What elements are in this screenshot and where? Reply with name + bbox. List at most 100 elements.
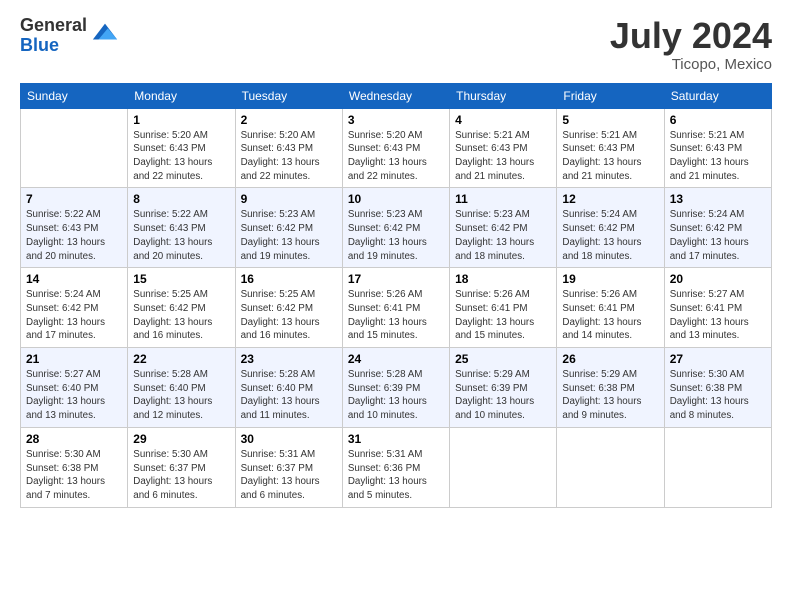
calendar-cell: 7 Sunrise: 5:22 AMSunset: 6:43 PMDaylight… (21, 188, 128, 268)
calendar-cell: 15 Sunrise: 5:25 AMSunset: 6:42 PMDayligh… (128, 268, 235, 348)
day-info: Sunrise: 5:25 AMSunset: 6:42 PMDaylight:… (241, 288, 337, 343)
day-of-week-friday: Friday (557, 83, 664, 108)
day-info: Sunrise: 5:20 AMSunset: 6:43 PMDaylight:… (241, 129, 337, 184)
page: General Blue July 2024 Ticopo, Mexico Su… (0, 0, 792, 612)
day-number: 9 (241, 192, 337, 206)
day-info: Sunrise: 5:23 AMSunset: 6:42 PMDaylight:… (455, 208, 551, 263)
day-info: Sunrise: 5:27 AMSunset: 6:40 PMDaylight:… (26, 368, 122, 423)
day-number: 1 (133, 113, 229, 127)
day-number: 20 (670, 272, 766, 286)
calendar-cell: 24Sunrise: 5:28 AMSunset: 6:39 PMDayligh… (342, 348, 449, 428)
calendar-cell: 8 Sunrise: 5:22 AMSunset: 6:43 PMDaylight… (128, 188, 235, 268)
day-info: Sunrise: 5:31 AMSunset: 6:36 PMDaylight:… (348, 448, 444, 503)
week-row-1: 1 Sunrise: 5:20 AMSunset: 6:43 PMDaylight… (21, 108, 772, 188)
header: General Blue July 2024 Ticopo, Mexico (20, 16, 772, 73)
calendar-cell: 26Sunrise: 5:29 AMSunset: 6:38 PMDayligh… (557, 348, 664, 428)
calendar-cell: 30Sunrise: 5:31 AMSunset: 6:37 PMDayligh… (235, 427, 342, 507)
calendar-cell: 1 Sunrise: 5:20 AMSunset: 6:43 PMDaylight… (128, 108, 235, 188)
week-row-5: 28 Sunrise: 5:30 AMSunset: 6:38 PMDayligh… (21, 427, 772, 507)
day-number: 8 (133, 192, 229, 206)
day-number: 22 (133, 352, 229, 366)
calendar-cell: 2 Sunrise: 5:20 AMSunset: 6:43 PMDaylight… (235, 108, 342, 188)
day-of-week-monday: Monday (128, 83, 235, 108)
week-row-3: 14 Sunrise: 5:24 AMSunset: 6:42 PMDayligh… (21, 268, 772, 348)
day-number: 13 (670, 192, 766, 206)
day-number: 15 (133, 272, 229, 286)
day-number: 25 (455, 352, 551, 366)
month-title: July 2024 (610, 16, 772, 56)
day-number: 24 (348, 352, 444, 366)
calendar-cell: 14 Sunrise: 5:24 AMSunset: 6:42 PMDayligh… (21, 268, 128, 348)
day-info: Sunrise: 5:26 AMSunset: 6:41 PMDaylight:… (455, 288, 551, 343)
day-info: Sunrise: 5:25 AMSunset: 6:42 PMDaylight:… (133, 288, 229, 343)
calendar-cell: 29 Sunrise: 5:30 AMSunset: 6:37 PMDayligh… (128, 427, 235, 507)
day-number: 19 (562, 272, 658, 286)
day-info: Sunrise: 5:24 AMSunset: 6:42 PMDaylight:… (562, 208, 658, 263)
calendar-cell: 17Sunrise: 5:26 AMSunset: 6:41 PMDayligh… (342, 268, 449, 348)
calendar-cell: 27 Sunrise: 5:30 AMSunset: 6:38 PMDayligh… (664, 348, 771, 428)
calendar-cell: 23 Sunrise: 5:28 AMSunset: 6:40 PMDayligh… (235, 348, 342, 428)
day-number: 2 (241, 113, 337, 127)
day-number: 23 (241, 352, 337, 366)
day-number: 16 (241, 272, 337, 286)
day-info: Sunrise: 5:23 AMSunset: 6:42 PMDaylight:… (348, 208, 444, 263)
logo: General Blue (20, 16, 119, 56)
day-info: Sunrise: 5:30 AMSunset: 6:38 PMDaylight:… (670, 368, 766, 423)
day-of-week-tuesday: Tuesday (235, 83, 342, 108)
day-of-week-wednesday: Wednesday (342, 83, 449, 108)
day-info: Sunrise: 5:20 AMSunset: 6:43 PMDaylight:… (133, 129, 229, 184)
calendar-cell: 22 Sunrise: 5:28 AMSunset: 6:40 PMDayligh… (128, 348, 235, 428)
calendar-cell: 25 Sunrise: 5:29 AMSunset: 6:39 PMDayligh… (450, 348, 557, 428)
day-info: Sunrise: 5:21 AMSunset: 6:43 PMDaylight:… (670, 129, 766, 184)
day-info: Sunrise: 5:22 AMSunset: 6:43 PMDaylight:… (26, 208, 122, 263)
calendar-cell: 21 Sunrise: 5:27 AMSunset: 6:40 PMDayligh… (21, 348, 128, 428)
day-number: 3 (348, 113, 444, 127)
day-info: Sunrise: 5:29 AMSunset: 6:39 PMDaylight:… (455, 368, 551, 423)
day-number: 14 (26, 272, 122, 286)
day-info: Sunrise: 5:21 AMSunset: 6:43 PMDaylight:… (562, 129, 658, 184)
header-row: SundayMondayTuesdayWednesdayThursdayFrid… (21, 83, 772, 108)
calendar-cell: 9Sunrise: 5:23 AMSunset: 6:42 PMDaylight… (235, 188, 342, 268)
calendar-cell: 19Sunrise: 5:26 AMSunset: 6:41 PMDayligh… (557, 268, 664, 348)
day-number: 29 (133, 432, 229, 446)
day-info: Sunrise: 5:29 AMSunset: 6:38 PMDaylight:… (562, 368, 658, 423)
logo-blue: Blue (20, 36, 87, 56)
day-info: Sunrise: 5:24 AMSunset: 6:42 PMDaylight:… (26, 288, 122, 343)
day-info: Sunrise: 5:28 AMSunset: 6:40 PMDaylight:… (241, 368, 337, 423)
calendar-cell: 28 Sunrise: 5:30 AMSunset: 6:38 PMDayligh… (21, 427, 128, 507)
calendar-cell: 4Sunrise: 5:21 AMSunset: 6:43 PMDaylight… (450, 108, 557, 188)
week-row-2: 7 Sunrise: 5:22 AMSunset: 6:43 PMDaylight… (21, 188, 772, 268)
day-info: Sunrise: 5:28 AMSunset: 6:40 PMDaylight:… (133, 368, 229, 423)
calendar-cell: 20Sunrise: 5:27 AMSunset: 6:41 PMDayligh… (664, 268, 771, 348)
day-number: 27 (670, 352, 766, 366)
calendar-cell: 13 Sunrise: 5:24 AMSunset: 6:42 PMDayligh… (664, 188, 771, 268)
logo-icon (91, 19, 119, 47)
day-number: 10 (348, 192, 444, 206)
day-number: 18 (455, 272, 551, 286)
calendar-cell: 11Sunrise: 5:23 AMSunset: 6:42 PMDayligh… (450, 188, 557, 268)
day-number: 7 (26, 192, 122, 206)
calendar-cell: 6Sunrise: 5:21 AMSunset: 6:43 PMDaylight… (664, 108, 771, 188)
day-info: Sunrise: 5:30 AMSunset: 6:38 PMDaylight:… (26, 448, 122, 503)
location: Ticopo, Mexico (610, 56, 772, 73)
day-number: 12 (562, 192, 658, 206)
day-number: 21 (26, 352, 122, 366)
day-info: Sunrise: 5:20 AMSunset: 6:43 PMDaylight:… (348, 129, 444, 184)
day-info: Sunrise: 5:24 AMSunset: 6:42 PMDaylight:… (670, 208, 766, 263)
day-number: 28 (26, 432, 122, 446)
day-info: Sunrise: 5:31 AMSunset: 6:37 PMDaylight:… (241, 448, 337, 503)
calendar-table: SundayMondayTuesdayWednesdayThursdayFrid… (20, 83, 772, 508)
title-block: July 2024 Ticopo, Mexico (610, 16, 772, 73)
day-number: 31 (348, 432, 444, 446)
day-number: 17 (348, 272, 444, 286)
calendar-cell: 12 Sunrise: 5:24 AMSunset: 6:42 PMDayligh… (557, 188, 664, 268)
calendar-cell: 18 Sunrise: 5:26 AMSunset: 6:41 PMDayligh… (450, 268, 557, 348)
logo-general: General (20, 16, 87, 36)
calendar-cell (557, 427, 664, 507)
day-info: Sunrise: 5:30 AMSunset: 6:37 PMDaylight:… (133, 448, 229, 503)
day-info: Sunrise: 5:22 AMSunset: 6:43 PMDaylight:… (133, 208, 229, 263)
day-number: 4 (455, 113, 551, 127)
day-of-week-thursday: Thursday (450, 83, 557, 108)
calendar-cell (664, 427, 771, 507)
calendar-cell: 5Sunrise: 5:21 AMSunset: 6:43 PMDaylight… (557, 108, 664, 188)
